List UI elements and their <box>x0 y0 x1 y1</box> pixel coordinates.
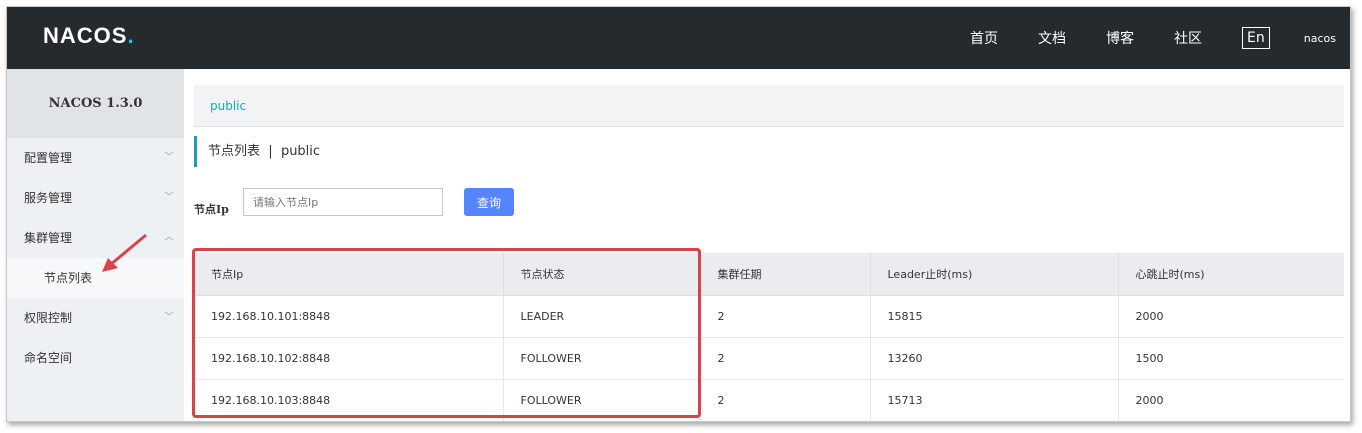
namespace-link[interactable]: public <box>210 99 246 113</box>
language-toggle[interactable]: En <box>1242 27 1270 49</box>
cell-cluster-term: 2 <box>700 379 871 421</box>
cell-node-state: LEADER <box>503 295 701 338</box>
nav-blog[interactable]: 博客 <box>1106 28 1134 48</box>
node-ip-input[interactable] <box>243 188 443 216</box>
sidebar-item-label: 集群管理 <box>24 231 73 245</box>
header-leader-due[interactable]: Leader止时(ms) <box>870 253 1119 296</box>
cell-heartbeat-due: 2000 <box>1118 379 1344 421</box>
cell-node-ip: 192.168.10.101:8848 <box>194 295 504 338</box>
user-name[interactable]: nacos <box>1304 32 1336 45</box>
chevron-down-icon: ﹀ <box>164 152 174 163</box>
chevron-down-icon: ﹀ <box>164 312 174 323</box>
chevron-down-icon: ﹀ <box>164 192 174 203</box>
cell-node-ip: 192.168.10.102:8848 <box>194 337 504 380</box>
sidebar-item-label: 服务管理 <box>24 191 73 205</box>
top-bar: NACOS. 首页 文档 博客 社区 En nacos <box>7 7 1350 69</box>
main-content: public 节点列表 | public 节点Ip 查询 节点Ip 节点状态 集… <box>194 85 1344 421</box>
cell-leader-due: 15815 <box>870 295 1119 338</box>
app-window: NACOS. 首页 文档 博客 社区 En nacos NACOS 1.3.0 … <box>6 6 1351 422</box>
query-button[interactable]: 查询 <box>464 188 514 216</box>
header-node-state[interactable]: 节点状态 <box>503 253 701 296</box>
sidebar-item-node-list[interactable]: 节点列表 <box>7 258 184 298</box>
cell-leader-due: 15713 <box>870 379 1119 421</box>
cell-node-ip: 192.168.10.103:8848 <box>194 379 504 421</box>
cell-node-state: FOLLOWER <box>503 379 701 421</box>
namespace-bar: public <box>194 85 1344 127</box>
sidebar-title: NACOS 1.3.0 <box>7 69 184 138</box>
cell-cluster-term: 2 <box>700 337 871 380</box>
sidebar: NACOS 1.3.0 配置管理 ﹀ 服务管理 ﹀ 集群管理 ︿ 节点列表 权限… <box>7 69 184 421</box>
cell-cluster-term: 2 <box>700 295 871 338</box>
nav-community[interactable]: 社区 <box>1174 28 1202 48</box>
sidebar-item-service[interactable]: 服务管理 ﹀ <box>7 178 184 218</box>
sidebar-item-label: 配置管理 <box>24 151 73 165</box>
chevron-up-icon: ︿ <box>164 232 174 243</box>
page-title: 节点列表 | public <box>194 136 320 167</box>
sidebar-item-label: 命名空间 <box>24 351 73 365</box>
nacos-logo[interactable]: NACOS. <box>43 23 135 49</box>
node-table: 节点Ip 节点状态 集群任期 Leader止时(ms) 心跳止时(ms) 192… <box>194 253 1344 421</box>
cell-heartbeat-due: 1500 <box>1118 337 1344 380</box>
header-cluster-term[interactable]: 集群任期 <box>700 253 871 296</box>
search-label: 节点Ip <box>194 203 229 216</box>
cell-leader-due: 13260 <box>870 337 1119 380</box>
cell-node-state: FOLLOWER <box>503 337 701 380</box>
sidebar-item-namespace[interactable]: 命名空间 <box>7 338 184 378</box>
cell-heartbeat-due: 2000 <box>1118 295 1344 338</box>
table-row: 192.168.10.101:8848 LEADER 2 15815 2000 <box>194 295 1344 338</box>
table-row: 192.168.10.102:8848 FOLLOWER 2 13260 150… <box>194 337 1344 380</box>
sidebar-item-config[interactable]: 配置管理 ﹀ <box>7 138 184 178</box>
table-header-row: 节点Ip 节点状态 集群任期 Leader止时(ms) 心跳止时(ms) <box>194 253 1344 296</box>
top-nav: 首页 文档 博客 社区 En nacos <box>970 7 1350 69</box>
nav-docs[interactable]: 文档 <box>1038 28 1066 48</box>
sidebar-item-label: 权限控制 <box>24 311 73 325</box>
sidebar-item-cluster[interactable]: 集群管理 ︿ <box>7 218 184 258</box>
table-row: 192.168.10.103:8848 FOLLOWER 2 15713 200… <box>194 379 1344 421</box>
header-heartbeat-due[interactable]: 心跳止时(ms) <box>1118 253 1344 296</box>
header-node-ip[interactable]: 节点Ip <box>194 253 504 296</box>
sidebar-item-permission[interactable]: 权限控制 ﹀ <box>7 298 184 338</box>
nav-home[interactable]: 首页 <box>970 28 998 48</box>
